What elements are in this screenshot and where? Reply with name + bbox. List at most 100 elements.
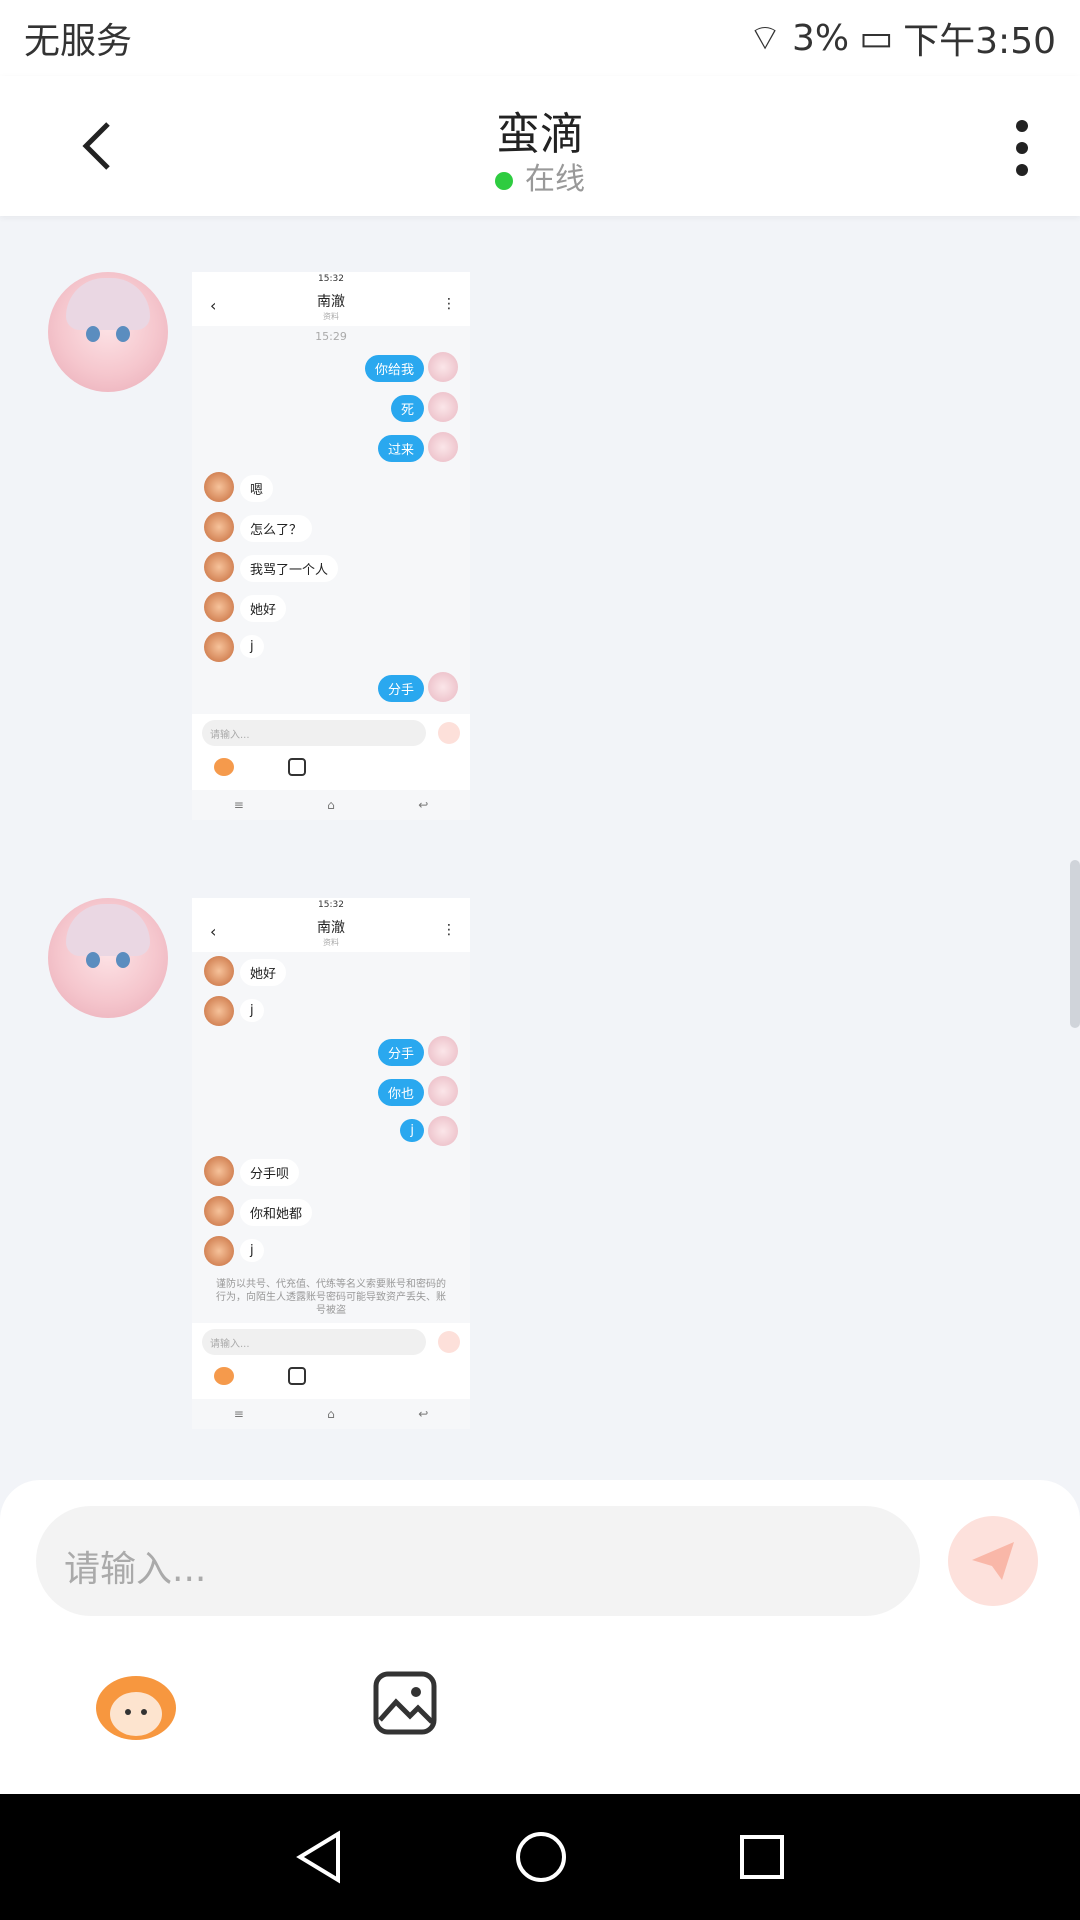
scrollbar[interactable] (1070, 860, 1080, 1028)
online-status: 在线 (0, 154, 1080, 198)
mini-input-area: 请输入... (192, 714, 470, 790)
mini-more-icon: ⋮ (442, 922, 456, 938)
mini-message-row: 你和她都 (192, 1192, 470, 1232)
mini-more-icon: ⋮ (442, 296, 456, 312)
mini-message-row: j (192, 1112, 470, 1152)
image-icon[interactable] (372, 1670, 438, 1736)
mini-message-bubble: 你和她都 (240, 1199, 313, 1226)
mini-message-bubble: j (240, 635, 264, 658)
mini-message-bubble: j (240, 999, 264, 1022)
mini-status-bar: 15:32 (192, 272, 470, 286)
mini-message-bubble: 我骂了一个人 (240, 555, 339, 582)
mini-message-bubble: 她好 (240, 595, 287, 622)
chat-header: 蛮滴 在线 (0, 76, 1080, 216)
mini-avatar (204, 592, 234, 622)
mini-image-icon (288, 758, 306, 776)
mini-back-icon: ‹ (210, 296, 217, 315)
battery-icon: ▭ (859, 17, 894, 59)
mini-nav-bar: ≡ ⌂ ↩ (192, 1399, 470, 1429)
mini-message-bubble: 分手呗 (240, 1159, 300, 1186)
mini-message-bubble: 死 (390, 395, 424, 422)
mini-avatar (204, 996, 234, 1026)
mini-avatar (428, 1036, 458, 1066)
composer: 请输入... (0, 1480, 1080, 1794)
screenshot-image[interactable]: 15:32 ‹ 南澈 资料 ⋮ 她好 j 分手你也 j 分手呗你和她都 j 谨防以共号、代… (192, 898, 470, 1429)
mini-nav-bar: ≡ ⌂ ↩ (192, 790, 470, 820)
mini-avatar (428, 392, 458, 422)
sender-avatar[interactable] (48, 272, 168, 392)
mini-message-row: 她好 (192, 588, 470, 628)
carrier-text: 无服务 (24, 21, 133, 62)
mini-header: ‹ 南澈 资料 ⋮ (192, 286, 470, 326)
mini-avatar (204, 1196, 234, 1226)
mini-send-icon (438, 1331, 460, 1353)
mini-title: 南澈 (317, 294, 345, 310)
mini-message-row: 她好 (192, 952, 470, 992)
nav-back-icon[interactable] (294, 1830, 344, 1884)
mini-input: 请输入... (202, 1329, 426, 1355)
send-icon (972, 1542, 1014, 1580)
mini-emoji-icon (214, 758, 234, 776)
mini-message-bubble: 嗯 (240, 475, 274, 502)
mini-send-icon (438, 722, 460, 744)
mini-message-bubble: 怎么了？ (240, 515, 313, 542)
online-dot (495, 171, 513, 190)
mini-back-icon: ‹ (210, 922, 217, 941)
mini-status-bar: 15:32 (192, 898, 470, 912)
mini-message-bubble: 分手 (377, 1039, 424, 1066)
mini-message-row: 分手呗 (192, 1152, 470, 1192)
mini-avatar (428, 1116, 458, 1146)
message-input[interactable]: 请输入... (36, 1506, 920, 1616)
mini-avatar (204, 1156, 234, 1186)
mini-notice: 谨防以共号、代充值、代练等名义索要账号和密码的行为，向陌生人透露账号密码可能导致… (216, 1279, 446, 1316)
mini-avatar (428, 432, 458, 462)
clock: 下午3:50 (903, 21, 1056, 62)
mini-subtitle: 资料 (323, 312, 339, 321)
battery-percent: 3% (792, 17, 850, 59)
system-nav-bar (0, 1794, 1080, 1920)
mini-avatar (204, 552, 234, 582)
mini-subtitle: 资料 (323, 938, 339, 947)
mini-time: 15:29 (315, 330, 347, 343)
emoji-icon[interactable] (92, 1664, 180, 1744)
online-label: 在线 (525, 162, 585, 197)
mini-avatar (204, 512, 234, 542)
mini-avatar (204, 632, 234, 662)
mini-message-row: 过来 (192, 428, 470, 468)
mini-message-row: 你给我 (192, 348, 470, 388)
chat-messages[interactable]: 15:32 ‹ 南澈 资料 ⋮ 15:29 你给我死过来嗯怎么了？ 我骂了一个人她… (0, 216, 1080, 1480)
send-button[interactable] (948, 1516, 1038, 1606)
mini-message-bubble: j (400, 1119, 424, 1142)
mini-message-row: 你也 (192, 1072, 470, 1112)
mini-message-row: 怎么了？ (192, 508, 470, 548)
mini-message-bubble: 分手 (377, 675, 424, 702)
mini-message-row: j (192, 628, 470, 668)
mini-message-row: 我骂了一个人 (192, 548, 470, 588)
mini-avatar (204, 956, 234, 986)
mini-avatar (428, 672, 458, 702)
mini-avatar (428, 1076, 458, 1106)
mini-message-bubble: 你也 (377, 1079, 424, 1106)
mini-input-area: 请输入... (192, 1323, 470, 1399)
mini-message-row: 分手 (192, 668, 470, 708)
mini-message-row: 死 (192, 388, 470, 428)
chat-title: 蛮滴 (496, 109, 584, 160)
screenshot-image[interactable]: 15:32 ‹ 南澈 资料 ⋮ 15:29 你给我死过来嗯怎么了？ 我骂了一个人她… (192, 272, 470, 820)
nav-recents-icon[interactable] (738, 1833, 786, 1881)
mini-title: 南澈 (317, 920, 345, 936)
more-icon[interactable] (1014, 118, 1030, 178)
mini-message-bubble: 她好 (240, 959, 287, 986)
nav-home-icon[interactable] (514, 1830, 568, 1884)
mini-message-row: j (192, 992, 470, 1032)
status-bar: 无服务 ⌔ 3% ▭ 下午3:50 (0, 0, 1080, 76)
mini-emoji-icon (214, 1367, 234, 1385)
mini-message-row: j (192, 1232, 470, 1272)
mini-image-icon (288, 1367, 306, 1385)
mini-avatar (204, 472, 234, 502)
sender-avatar[interactable] (48, 898, 168, 1018)
mini-message-row: 分手 (192, 1032, 470, 1072)
mini-message-bubble: 你给我 (364, 355, 424, 382)
mini-input: 请输入... (202, 720, 426, 746)
mini-message-bubble: j (240, 1239, 264, 1262)
mini-header: ‹ 南澈 资料 ⋮ (192, 912, 470, 952)
